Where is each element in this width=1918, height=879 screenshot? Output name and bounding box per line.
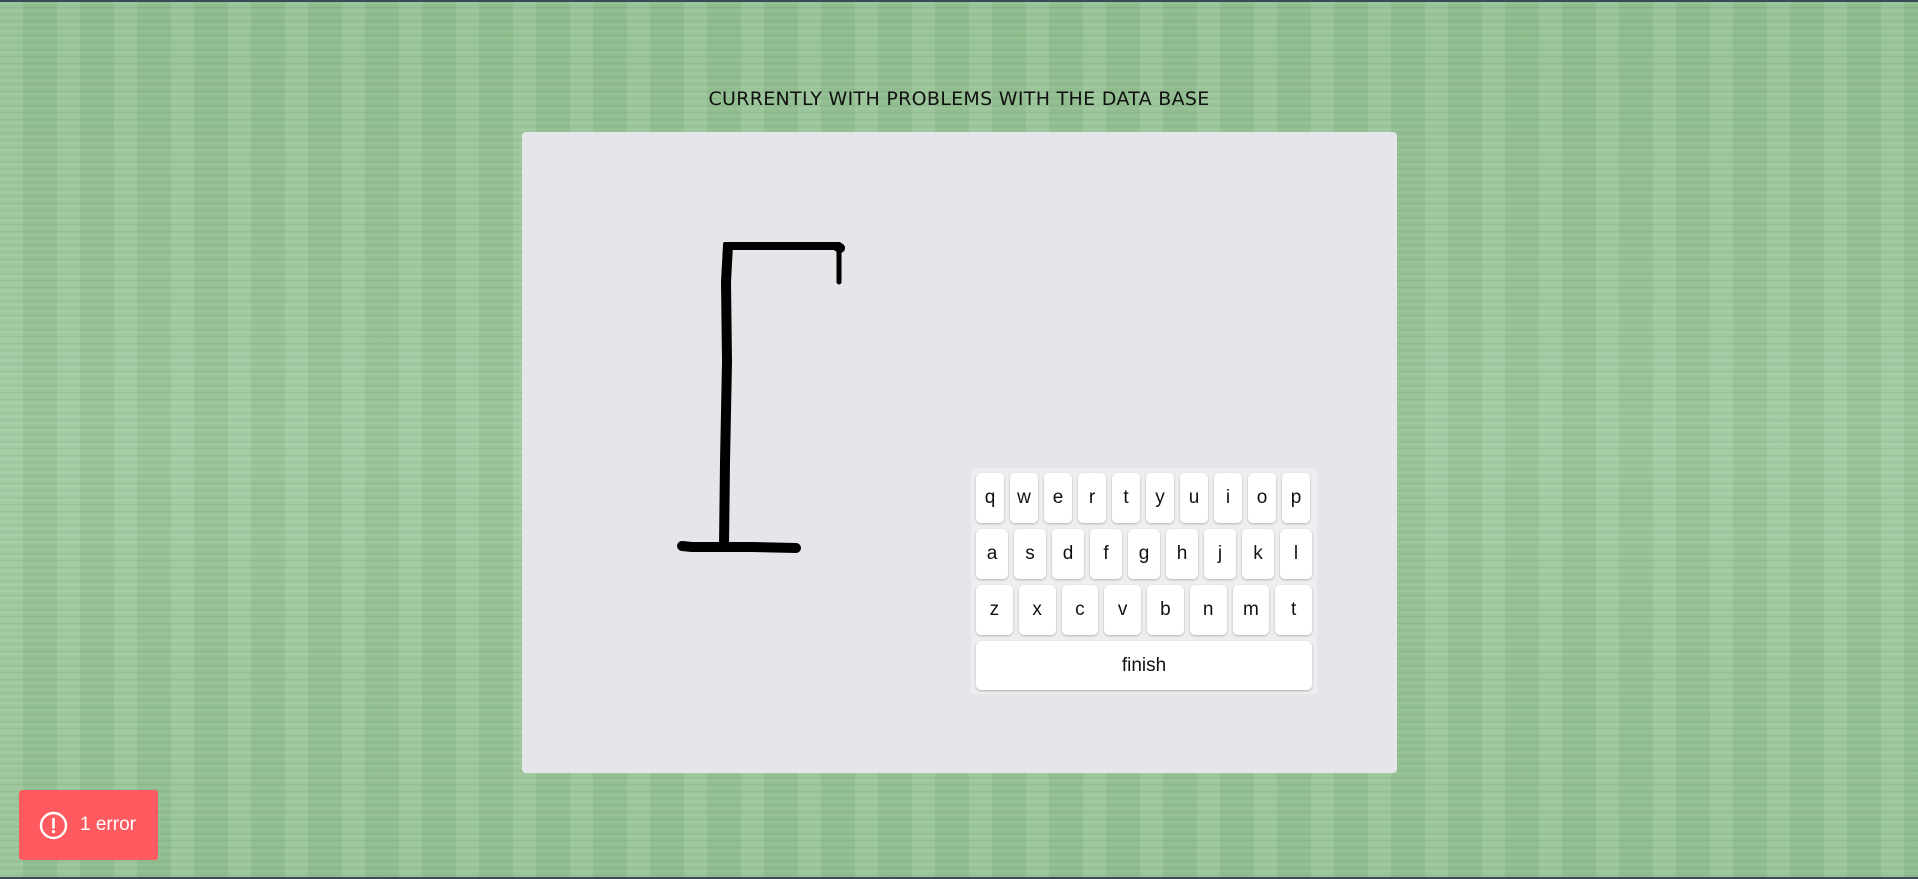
game-panel: q w e r t y u i o p a s d f g h j k l z … (522, 132, 1397, 773)
key-i[interactable]: i (1214, 473, 1242, 523)
key-a[interactable]: a (976, 529, 1008, 579)
error-toast[interactable]: 1 error (19, 790, 158, 860)
key-f[interactable]: f (1090, 529, 1122, 579)
gallows-post (719, 242, 733, 551)
key-k[interactable]: k (1242, 529, 1274, 579)
key-c[interactable]: c (1061, 585, 1099, 635)
key-s[interactable]: s (1014, 529, 1046, 579)
gallows-beam (723, 242, 845, 253)
keyboard-row-2: a s d f g h j k l (976, 529, 1312, 579)
key-z[interactable]: z (976, 585, 1013, 635)
key-j[interactable]: j (1204, 529, 1236, 579)
key-l[interactable]: l (1280, 529, 1312, 579)
key-n[interactable]: n (1189, 585, 1227, 635)
key-g[interactable]: g (1128, 529, 1160, 579)
key-p[interactable]: p (1282, 473, 1310, 523)
keyboard-row-3: z x c v b n m t (976, 585, 1312, 635)
key-y[interactable]: y (1146, 473, 1174, 523)
key-t[interactable]: t (1112, 473, 1140, 523)
key-w[interactable]: w (1010, 473, 1038, 523)
error-toast-label: 1 error (80, 814, 136, 835)
gallows-drawing (677, 242, 845, 553)
key-t-2[interactable]: t (1275, 585, 1312, 635)
key-d[interactable]: d (1052, 529, 1084, 579)
key-q[interactable]: q (976, 473, 1004, 523)
key-x[interactable]: x (1018, 585, 1056, 635)
key-h[interactable]: h (1166, 529, 1198, 579)
alert-circle-icon (39, 811, 68, 840)
top-edge (0, 0, 1918, 2)
status-notice: CURRENTLY WITH PROBLEMS WITH THE DATA BA… (708, 88, 1210, 110)
key-v[interactable]: v (1104, 585, 1141, 635)
key-r[interactable]: r (1078, 473, 1106, 523)
key-e[interactable]: e (1044, 473, 1072, 523)
finish-button[interactable]: finish (976, 641, 1312, 690)
gallows-base (677, 541, 801, 553)
key-b[interactable]: b (1147, 585, 1184, 635)
key-o[interactable]: o (1248, 473, 1276, 523)
key-u[interactable]: u (1180, 473, 1208, 523)
keyboard-row-1: q w e r t y u i o p (976, 473, 1312, 523)
letter-keyboard: q w e r t y u i o p a s d f g h j k l z … (971, 468, 1317, 694)
key-m[interactable]: m (1232, 585, 1270, 635)
